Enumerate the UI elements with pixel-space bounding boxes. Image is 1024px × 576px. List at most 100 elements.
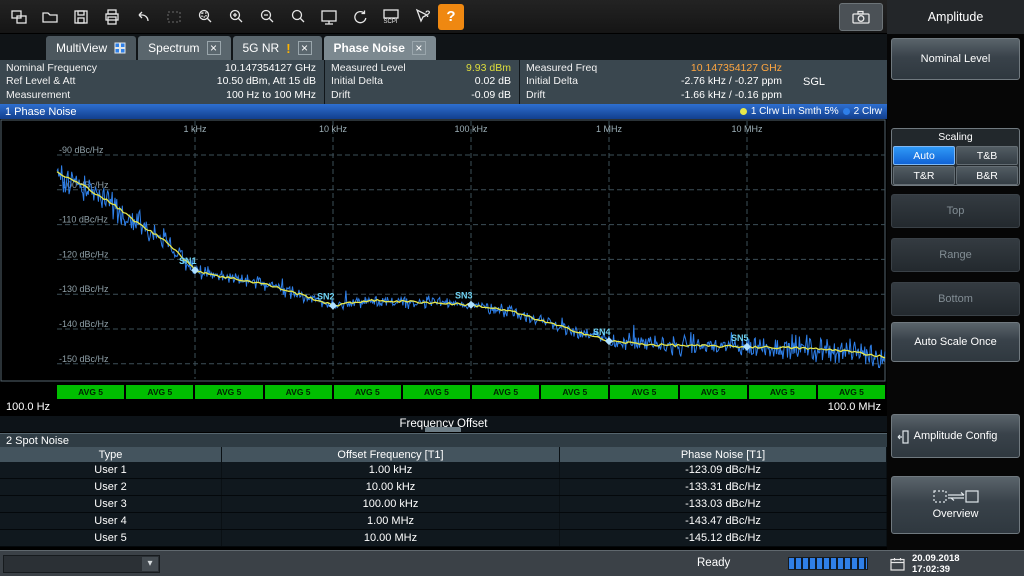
progress-fill bbox=[789, 558, 867, 569]
x-axis-range: 100.0 Hz 100.0 MHz bbox=[0, 401, 887, 416]
spot-noise-table: User 11.00 kHz-123.09 dBc/Hz User 210.00… bbox=[0, 462, 887, 547]
zoom-out-icon[interactable] bbox=[252, 3, 281, 31]
column-header-type: Type bbox=[0, 447, 222, 462]
search-icon[interactable] bbox=[283, 3, 312, 31]
overview-flow-icon bbox=[933, 489, 979, 504]
table-row[interactable]: User 41.00 MHz-143.47 dBc/Hz bbox=[0, 513, 887, 530]
channel-tab-bar: MultiView Spectrum × 5G NR ! × Phase Noi… bbox=[0, 34, 887, 60]
refresh-icon[interactable] bbox=[345, 3, 374, 31]
status-bar: ▾ Ready 20.09.2018 17:02:39 bbox=[0, 550, 1024, 576]
sidebar-menu-title: Amplitude bbox=[887, 0, 1024, 34]
bottom-button[interactable]: Bottom bbox=[891, 282, 1020, 316]
svg-text:10 MHz: 10 MHz bbox=[731, 124, 763, 134]
avg-segment: AVG 5 bbox=[749, 385, 816, 399]
print-icon[interactable] bbox=[97, 3, 126, 31]
tab-5g-nr[interactable]: 5G NR ! × bbox=[233, 36, 322, 60]
open-file-icon[interactable] bbox=[35, 3, 64, 31]
svg-text:-90 dBc/Hz: -90 dBc/Hz bbox=[59, 145, 104, 155]
svg-text:SN2: SN2 bbox=[317, 292, 335, 302]
x-axis-title-bar: Frequency Offset bbox=[0, 416, 887, 432]
context-help-icon[interactable]: ? bbox=[407, 3, 436, 31]
top-button[interactable]: Top bbox=[891, 194, 1020, 228]
display-frame-icon[interactable] bbox=[314, 3, 343, 31]
zoom-area-icon[interactable] bbox=[190, 3, 219, 31]
calendar-icon bbox=[890, 557, 905, 571]
svg-text:SN5: SN5 bbox=[731, 333, 749, 343]
sweep-progress-bar bbox=[788, 557, 868, 570]
instrument-status-text: Ready bbox=[697, 557, 730, 569]
phase-noise-diagram[interactable]: -90 dBc/Hz-100 dBc/Hz-110 dBc/Hz-120 dBc… bbox=[0, 119, 887, 382]
avg-segment: AVG 5 bbox=[541, 385, 608, 399]
zoom-in-icon[interactable] bbox=[221, 3, 250, 31]
scpi-recorder-icon[interactable]: SCPI bbox=[376, 3, 405, 31]
spot-noise-header-row: Type Offset Frequency [T1] Phase Noise [… bbox=[0, 447, 887, 462]
config-panel-icon bbox=[897, 429, 909, 445]
svg-text:SN4: SN4 bbox=[593, 327, 611, 337]
close-icon[interactable]: × bbox=[412, 41, 426, 55]
scaling-tb-button[interactable]: T&B bbox=[956, 146, 1018, 165]
selection-off-icon[interactable] bbox=[159, 3, 188, 31]
avg-segment: AVG 5 bbox=[818, 385, 885, 399]
table-row[interactable]: User 3100.00 kHz-133.03 dBc/Hz bbox=[0, 496, 887, 513]
svg-text:-120 dBc/Hz: -120 dBc/Hz bbox=[59, 249, 109, 259]
multiview-grid-icon bbox=[114, 42, 126, 54]
spot-noise-window-titlebar: 2 Spot Noise bbox=[0, 433, 887, 447]
table-row[interactable]: User 210.00 kHz-133.31 dBc/Hz bbox=[0, 479, 887, 496]
table-row[interactable]: User 510.00 MHz-145.12 dBc/Hz bbox=[0, 530, 887, 547]
save-icon[interactable] bbox=[66, 3, 95, 31]
svg-text:SN1: SN1 bbox=[179, 256, 197, 266]
svg-text:-140 dBc/Hz: -140 dBc/Hz bbox=[59, 319, 109, 329]
scaling-group: Scaling Auto T&B T&R B&R bbox=[891, 128, 1020, 186]
info-column-frequency: Nominal Frequency10.147354127 GHz Ref Le… bbox=[0, 60, 325, 104]
chevron-down-icon[interactable]: ▾ bbox=[142, 557, 158, 571]
avg-segment: AVG 5 bbox=[195, 385, 262, 399]
window-arrange-icon[interactable] bbox=[4, 3, 33, 31]
avg-segment: AVG 5 bbox=[126, 385, 193, 399]
scaling-label: Scaling bbox=[892, 129, 1019, 145]
range-button[interactable]: Range bbox=[891, 238, 1020, 272]
warning-icon: ! bbox=[286, 41, 290, 56]
scaling-auto-button[interactable]: Auto bbox=[893, 146, 955, 165]
column-header-phase-noise: Phase Noise [T1] bbox=[560, 447, 887, 462]
avg-segment: AVG 5 bbox=[472, 385, 539, 399]
close-icon[interactable]: × bbox=[207, 41, 221, 55]
help-icon[interactable]: ? bbox=[438, 4, 464, 30]
table-row[interactable]: User 11.00 kHz-123.09 dBc/Hz bbox=[0, 462, 887, 479]
x-axis-start-label: 100.0 Hz bbox=[6, 401, 50, 413]
amplitude-config-button[interactable]: Amplitude Config bbox=[891, 414, 1020, 458]
toolbar: SCPI ? ? bbox=[0, 0, 887, 34]
scaling-tr-button[interactable]: T&R bbox=[893, 166, 955, 185]
overview-button[interactable]: Overview bbox=[891, 476, 1020, 534]
phase-noise-plot[interactable]: -90 dBc/Hz-100 dBc/Hz-110 dBc/Hz-120 dBc… bbox=[0, 119, 887, 382]
trace-legend: 1 Clrw Lin Smth 5% 2 Clrw bbox=[740, 106, 882, 117]
phase-noise-window-titlebar: 1 Phase Noise 1 Clrw Lin Smth 5% 2 Clrw bbox=[0, 104, 887, 119]
chart-title: 1 Phase Noise bbox=[5, 106, 77, 118]
nominal-level-button[interactable]: Nominal Level bbox=[891, 38, 1020, 80]
tab-multiview[interactable]: MultiView bbox=[46, 36, 136, 60]
undo-icon[interactable] bbox=[128, 3, 157, 31]
softkey-sidebar: Nominal Level Scaling Auto T&B T&R B&R T… bbox=[887, 34, 1024, 550]
message-dropdown[interactable]: ▾ bbox=[3, 555, 160, 573]
single-sweep-badge: SGL bbox=[803, 76, 825, 88]
auto-scale-once-button[interactable]: Auto Scale Once bbox=[891, 322, 1020, 362]
camera-button[interactable] bbox=[839, 3, 883, 31]
svg-text:10 kHz: 10 kHz bbox=[319, 124, 348, 134]
date-time-display: 20.09.2018 17:02:39 bbox=[912, 553, 960, 575]
x-axis-stop-label: 100.0 MHz bbox=[828, 401, 881, 413]
svg-text:100 kHz: 100 kHz bbox=[454, 124, 488, 134]
avg-segment: AVG 5 bbox=[57, 385, 124, 399]
svg-text:SN3: SN3 bbox=[455, 291, 473, 301]
tab-spectrum[interactable]: Spectrum × bbox=[138, 36, 230, 60]
svg-text:1 kHz: 1 kHz bbox=[183, 124, 207, 134]
avg-segment: AVG 5 bbox=[334, 385, 401, 399]
svg-text:?: ? bbox=[425, 9, 431, 19]
avg-segment: AVG 5 bbox=[265, 385, 332, 399]
splitter-handle[interactable] bbox=[425, 427, 461, 432]
trace2-dot-icon bbox=[843, 108, 850, 115]
close-icon[interactable]: × bbox=[298, 41, 312, 55]
trace1-dot-icon bbox=[740, 108, 747, 115]
column-header-offset-frequency: Offset Frequency [T1] bbox=[222, 447, 560, 462]
tab-phase-noise[interactable]: Phase Noise × bbox=[324, 36, 436, 60]
info-column-measured-freq: Measured Freq10.147354127 GHz Initial De… bbox=[520, 60, 887, 104]
scaling-br-button[interactable]: B&R bbox=[956, 166, 1018, 185]
